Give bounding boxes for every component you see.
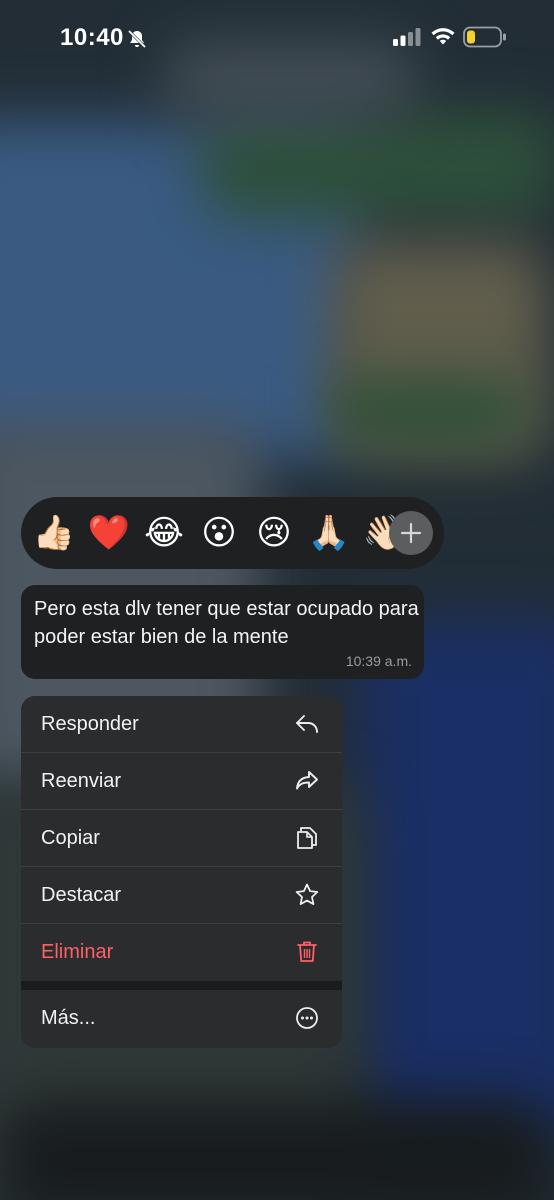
trash-icon bbox=[297, 941, 317, 962]
menu-item-delete[interactable]: Eliminar bbox=[21, 924, 342, 981]
status-bar: 10:40 bbox=[0, 0, 554, 80]
reply-icon bbox=[296, 715, 318, 733]
more-icon bbox=[296, 1007, 318, 1029]
menu-item-forward[interactable]: Reenviar bbox=[21, 753, 342, 810]
menu-item-star[interactable]: Destacar bbox=[21, 867, 342, 924]
menu-item-label: Responder bbox=[41, 713, 139, 735]
menu-item-label: Eliminar bbox=[41, 941, 114, 963]
copy-icon bbox=[297, 827, 317, 849]
message-bubble[interactable]: Pero esta dlv tener que estar ocupado pa… bbox=[21, 585, 424, 679]
menu-item-label: Reenviar bbox=[41, 770, 122, 792]
menu-item-more[interactable]: Más... bbox=[21, 990, 342, 1047]
plus-icon bbox=[400, 522, 422, 544]
message-timestamp: 10:39 a.m. bbox=[345, 653, 412, 669]
menu-item-label: Destacar bbox=[41, 884, 122, 906]
signal-icon bbox=[393, 28, 421, 51]
menu-item-reply[interactable]: Responder bbox=[21, 696, 342, 753]
menu-divider bbox=[21, 981, 342, 990]
wifi-icon bbox=[430, 26, 456, 51]
reaction-surprised[interactable]: 😮 bbox=[196, 510, 242, 556]
reaction-thumbs-up[interactable]: 👍🏻 bbox=[31, 510, 77, 556]
forward-icon bbox=[296, 771, 318, 790]
more-reactions-button[interactable] bbox=[389, 511, 433, 555]
menu-item-label: Más... bbox=[41, 1007, 96, 1029]
status-time: 10:40 bbox=[60, 24, 124, 51]
menu-item-copy[interactable]: Copiar bbox=[21, 810, 342, 867]
reaction-heart[interactable]: ❤️ bbox=[86, 510, 132, 556]
battery-icon bbox=[463, 26, 507, 53]
reaction-laughing[interactable]: 😂 bbox=[141, 510, 187, 556]
reaction-crying[interactable]: 😢 bbox=[251, 510, 297, 556]
message-text: Pero esta dlv tener que estar ocupado pa… bbox=[34, 598, 419, 648]
reaction-pray[interactable]: 🙏🏻 bbox=[306, 510, 352, 556]
star-icon bbox=[295, 883, 319, 905]
message-context-menu: Responder Reenviar Copiar Destacar Elimi… bbox=[21, 696, 342, 1048]
menu-item-label: Copiar bbox=[41, 827, 100, 849]
reaction-bar: 👍🏻 ❤️ 😂 😮 😢 🙏🏻 👋🏻 bbox=[21, 497, 444, 569]
bell-muted-icon bbox=[126, 28, 148, 55]
